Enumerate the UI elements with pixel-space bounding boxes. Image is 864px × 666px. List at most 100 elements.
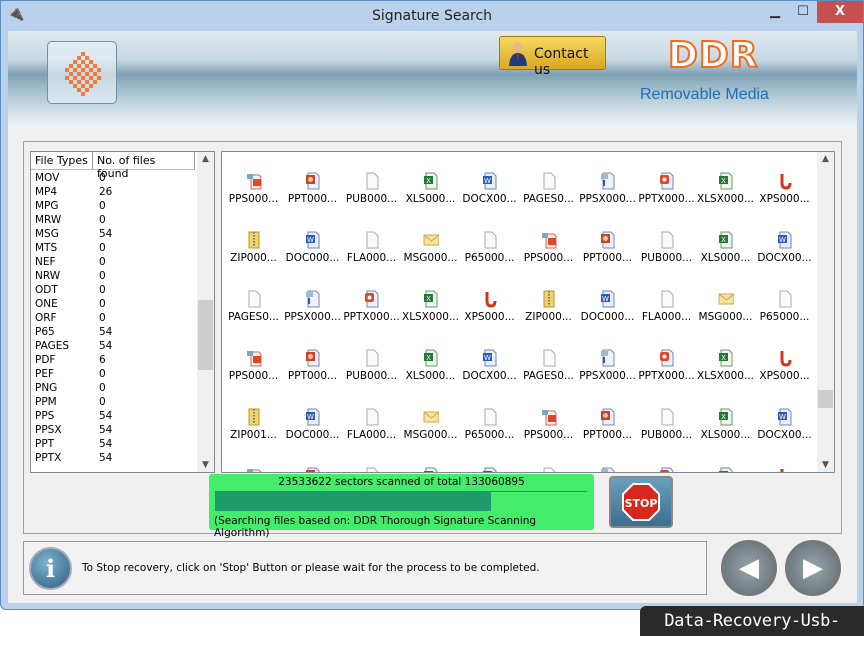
file-item[interactable]: PUB000... xyxy=(342,172,401,205)
file-item[interactable]: PPSX000... xyxy=(578,172,637,205)
file-item[interactable]: W DOCX00... xyxy=(460,349,519,382)
list-item[interactable]: PNG 0 xyxy=(31,381,183,395)
next-button[interactable]: ▶ xyxy=(785,540,841,596)
file-item[interactable] xyxy=(755,467,814,472)
file-item[interactable]: X xyxy=(401,467,460,472)
list-item[interactable]: PAGES 54 xyxy=(31,339,183,353)
file-item[interactable]: X XLS000... xyxy=(696,231,755,264)
file-item[interactable]: P65000... xyxy=(755,290,814,323)
list-item[interactable]: PDF 6 xyxy=(31,353,183,367)
stop-button[interactable]: STOP xyxy=(609,476,673,528)
file-item[interactable]: XPS000... xyxy=(460,290,519,323)
file-item[interactable]: W DOC000... xyxy=(283,231,342,264)
file-item[interactable] xyxy=(578,467,637,472)
list-item[interactable]: MSG 54 xyxy=(31,227,183,241)
file-item[interactable]: X XLSX000... xyxy=(696,172,755,205)
blank-file-icon xyxy=(484,408,496,426)
list-item[interactable]: NEF 0 xyxy=(31,255,183,269)
file-item[interactable] xyxy=(342,467,401,472)
file-item[interactable]: PPSX000... xyxy=(283,290,342,323)
file-item[interactable]: PAGES0... xyxy=(519,172,578,205)
scroll-down-icon[interactable]: ▼ xyxy=(817,460,834,470)
file-item[interactable] xyxy=(637,467,696,472)
file-item[interactable]: P65000... xyxy=(460,231,519,264)
file-item[interactable]: X XLS000... xyxy=(401,349,460,382)
file-item[interactable]: PUB000... xyxy=(342,349,401,382)
file-item[interactable]: PUB000... xyxy=(637,231,696,264)
file-item[interactable]: FLA000... xyxy=(342,231,401,264)
ppt-file-icon xyxy=(600,231,614,249)
file-item[interactable]: ZIP000... xyxy=(224,231,283,264)
list-item[interactable]: MP4 26 xyxy=(31,185,183,199)
file-item[interactable]: MSG000... xyxy=(401,408,460,441)
file-item[interactable]: XPS000... xyxy=(755,349,814,382)
file-item[interactable]: PPS000... xyxy=(224,172,283,205)
scroll-down-icon[interactable]: ▼ xyxy=(197,460,214,470)
file-item[interactable]: PUB000... xyxy=(637,408,696,441)
file-item[interactable]: PPS000... xyxy=(519,231,578,264)
list-item[interactable]: MRW 0 xyxy=(31,213,183,227)
file-item[interactable]: PPTX000... xyxy=(637,349,696,382)
file-item[interactable] xyxy=(519,467,578,472)
minimize-button[interactable]: ▁ xyxy=(761,1,789,23)
file-item[interactable]: PPS000... xyxy=(519,408,578,441)
file-item[interactable]: W DOC000... xyxy=(283,408,342,441)
scroll-up-icon[interactable]: ▲ xyxy=(197,154,214,164)
list-item[interactable]: ORF 0 xyxy=(31,311,183,325)
file-item[interactable]: X xyxy=(696,467,755,472)
scrollbar-thumb[interactable] xyxy=(818,390,833,408)
close-button[interactable]: X xyxy=(817,1,863,23)
files-scrollbar[interactable]: ▲ ▼ xyxy=(817,152,834,472)
list-item[interactable]: PPS 54 xyxy=(31,409,183,423)
list-item[interactable]: NRW 0 xyxy=(31,269,183,283)
file-item[interactable]: PPTX000... xyxy=(342,290,401,323)
column-files-found[interactable]: No. of files found xyxy=(93,152,195,180)
list-scrollbar[interactable]: ▲ ▼ xyxy=(197,152,214,472)
maximize-button[interactable]: ☐ xyxy=(789,1,817,23)
file-item[interactable]: XPS000... xyxy=(755,172,814,205)
file-item[interactable]: MSG000... xyxy=(696,290,755,323)
file-item[interactable]: FLA000... xyxy=(637,290,696,323)
list-item[interactable]: ODT 0 xyxy=(31,283,183,297)
file-item[interactable]: X XLSX000... xyxy=(696,349,755,382)
file-item[interactable]: PPSX000... xyxy=(578,349,637,382)
file-item[interactable]: W xyxy=(460,467,519,472)
list-item[interactable]: MTS 0 xyxy=(31,241,183,255)
file-item[interactable]: PPT000... xyxy=(578,408,637,441)
file-item[interactable]: W DOCX00... xyxy=(460,172,519,205)
file-item[interactable]: PPT000... xyxy=(578,231,637,264)
list-item[interactable]: MOV 0 xyxy=(31,171,183,185)
file-item[interactable]: P65000... xyxy=(460,408,519,441)
file-item[interactable]: ZIP000... xyxy=(519,290,578,323)
list-item[interactable]: MPG 0 xyxy=(31,199,183,213)
list-item[interactable]: PPM 0 xyxy=(31,395,183,409)
list-item[interactable]: PPTX 54 xyxy=(31,451,183,465)
file-item[interactable]: PPT000... xyxy=(283,349,342,382)
contact-us-button[interactable]: Contact us xyxy=(499,36,606,78)
file-item[interactable]: ZIP001... xyxy=(224,408,283,441)
list-item[interactable]: PPSX 54 xyxy=(31,423,183,437)
file-item[interactable] xyxy=(283,467,342,472)
list-item[interactable]: ONE 0 xyxy=(31,297,183,311)
file-item[interactable]: PAGES0... xyxy=(224,290,283,323)
scrollbar-thumb[interactable] xyxy=(198,300,213,370)
file-item[interactable]: W DOCX00... xyxy=(755,231,814,264)
file-item[interactable]: PPT000... xyxy=(283,172,342,205)
file-item[interactable]: W DOC000... xyxy=(578,290,637,323)
list-item[interactable]: PPT 54 xyxy=(31,437,183,451)
file-item[interactable]: X XLS000... xyxy=(401,172,460,205)
list-item[interactable]: PEF 0 xyxy=(31,367,183,381)
file-item[interactable]: W DOCX00... xyxy=(755,408,814,441)
column-file-types[interactable]: File Types xyxy=(31,152,93,169)
file-item[interactable]: PAGES0... xyxy=(519,349,578,382)
back-button[interactable]: ◀ xyxy=(721,540,777,596)
scroll-up-icon[interactable]: ▲ xyxy=(817,154,834,164)
file-item[interactable] xyxy=(224,467,283,472)
file-item[interactable]: X XLS000... xyxy=(696,408,755,441)
file-item[interactable]: PPTX000... xyxy=(637,172,696,205)
file-item[interactable]: FLA000... xyxy=(342,408,401,441)
list-item[interactable]: P65 54 xyxy=(31,325,183,339)
file-item[interactable]: MSG000... xyxy=(401,231,460,264)
file-item[interactable]: PPS000... xyxy=(224,349,283,382)
file-item[interactable]: X XLSX000... xyxy=(401,290,460,323)
